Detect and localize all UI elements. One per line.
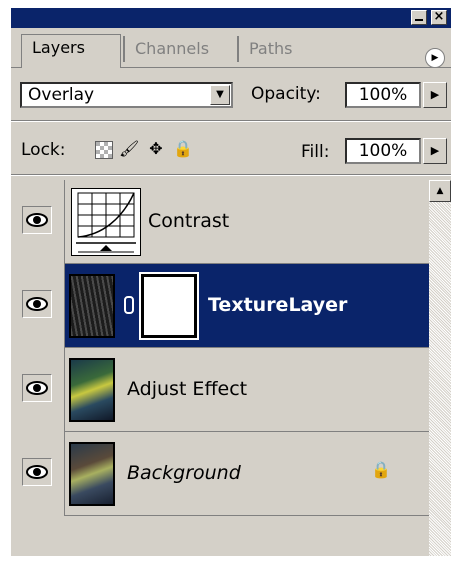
minimize-button[interactable]: [411, 10, 427, 25]
fill-slider-button[interactable]: ▶: [423, 138, 447, 164]
palette-menu-button[interactable]: ▶: [425, 48, 445, 68]
close-icon: ×: [433, 9, 445, 24]
visibility-cell[interactable]: [11, 264, 65, 348]
play-arrow-icon: ▶: [430, 88, 440, 101]
layer-row-background[interactable]: Background 🔒: [11, 432, 429, 516]
lock-transparent-pixels-icon[interactable]: [95, 141, 113, 159]
eye-icon[interactable]: [22, 206, 52, 234]
curves-adjustment-icon: [71, 188, 141, 256]
eye-icon[interactable]: [22, 290, 52, 318]
layers-list: Contrast TextureLayer Adjust Effect Back…: [11, 180, 429, 556]
layer-name: Contrast: [148, 210, 230, 232]
blend-mode-value: Overlay: [28, 85, 95, 105]
layer-row-contrast[interactable]: Contrast: [11, 180, 429, 264]
visibility-cell[interactable]: [11, 348, 65, 432]
opacity-slider-button[interactable]: ▶: [423, 82, 447, 108]
visibility-cell[interactable]: [11, 180, 65, 264]
divider: [11, 175, 451, 176]
tab-strip: Layers Channels Paths ▶: [11, 28, 451, 68]
lock-position-icon[interactable]: ✥: [147, 140, 165, 158]
fill-input[interactable]: 100%: [345, 138, 421, 164]
chevron-up-icon: ▲: [436, 186, 444, 196]
eye-icon[interactable]: [22, 458, 52, 486]
chevron-down-icon[interactable]: ▼: [210, 85, 230, 105]
blend-mode-select[interactable]: Overlay ▼: [20, 82, 233, 108]
layer-name: Background: [127, 462, 241, 484]
link-chain-icon[interactable]: [124, 296, 134, 314]
tab-layers[interactable]: Layers: [21, 34, 121, 68]
tab-channels[interactable]: Channels: [123, 36, 233, 62]
opacity-input[interactable]: 100%: [345, 82, 421, 108]
layer-row-adjust-effect[interactable]: Adjust Effect: [11, 348, 429, 432]
eye-icon[interactable]: [22, 374, 52, 402]
layer-name: TextureLayer: [208, 294, 348, 316]
palette-titlebar: ×: [11, 8, 451, 28]
photo-thumbnail: [69, 442, 115, 506]
layer-mask-thumbnail[interactable]: [141, 274, 197, 338]
texture-thumbnail: [69, 274, 115, 338]
fill-label: Fill:: [301, 142, 330, 162]
play-arrow-icon: ▶: [431, 53, 439, 63]
photo-thumbnail: [69, 358, 115, 422]
layers-scrollbar[interactable]: ▲: [429, 180, 451, 556]
opacity-label: Opacity:: [251, 84, 321, 104]
lock-label: Lock:: [21, 140, 66, 160]
layers-palette: × Layers Channels Paths ▶ Overlay ▼ Opac…: [11, 8, 451, 556]
lock-image-pixels-icon[interactable]: 🖌: [119, 140, 139, 158]
scroll-up-button[interactable]: ▲: [429, 180, 451, 202]
divider: [11, 121, 451, 122]
visibility-cell[interactable]: [11, 432, 65, 516]
lock-all-icon[interactable]: 🔒: [173, 140, 193, 158]
close-button[interactable]: ×: [431, 9, 447, 25]
lock-icon: 🔒: [371, 460, 391, 479]
layer-row-texturelayer[interactable]: TextureLayer: [11, 264, 429, 348]
tab-paths[interactable]: Paths: [237, 36, 317, 62]
play-arrow-icon: ▶: [430, 144, 440, 157]
layer-name: Adjust Effect: [127, 378, 248, 400]
